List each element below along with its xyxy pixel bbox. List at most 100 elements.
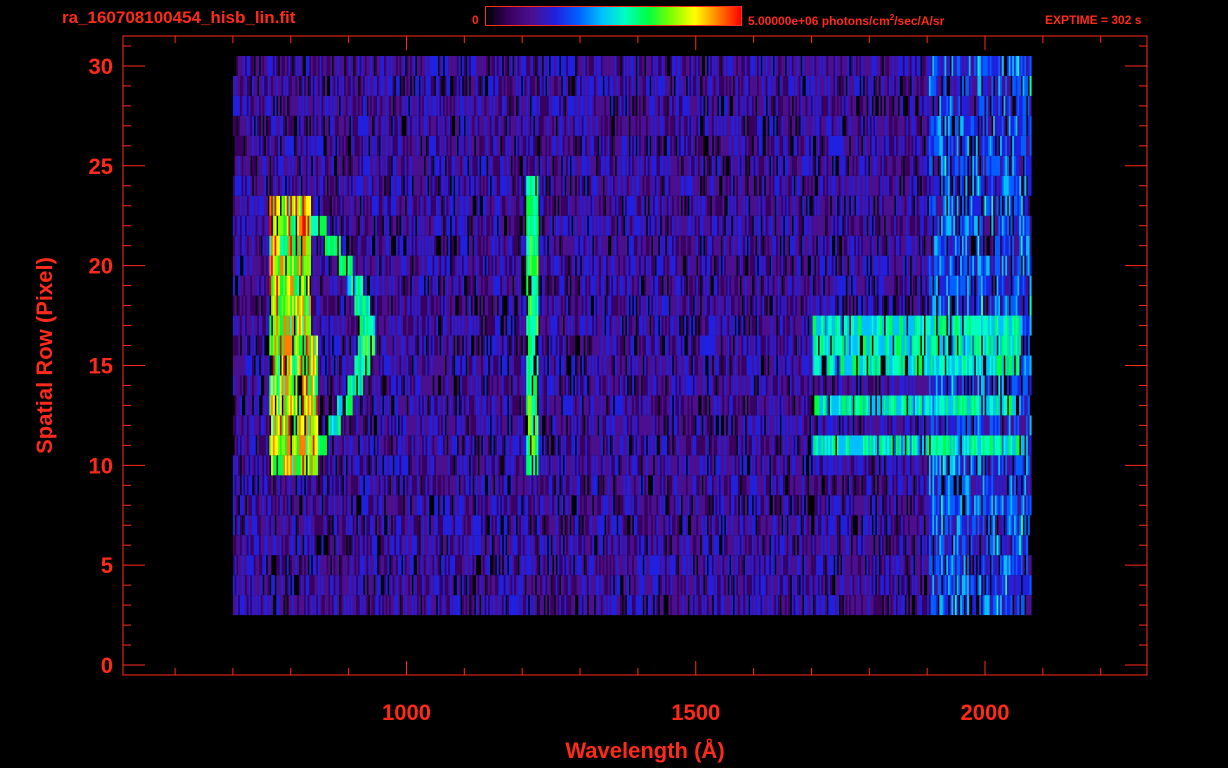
heatmap-cell [373,535,376,556]
heatmap-cell [255,515,258,536]
heatmap-cell [304,435,307,456]
heatmap-cell [904,575,907,596]
heatmap-cell [750,575,753,596]
heatmap-cell [803,455,806,476]
heatmap-cell [364,435,367,456]
heatmap-cell [281,435,284,456]
heatmap-cell [592,435,595,456]
heatmap-cell [475,475,478,496]
heatmap-cell [580,535,583,556]
heatmap-cell [567,495,570,516]
heatmap-cell [998,595,1001,616]
heatmap-cell [413,535,416,556]
heatmap-cell [479,415,482,436]
heatmap-cell [366,595,369,616]
heatmap-cell [996,435,999,456]
heatmap-cell [276,475,279,496]
heatmap-cell [243,555,246,576]
heatmap-cell [838,435,841,456]
heatmap-cell [899,515,902,536]
heatmap-cell [510,555,513,576]
heatmap-cell [477,495,480,516]
heatmap-cell [330,455,333,476]
heatmap-cell [271,435,274,456]
heatmap-cell [283,515,286,536]
heatmap-cell [972,595,975,616]
heatmap-cell [300,555,303,576]
heatmap-cell [736,475,739,496]
heatmap-cell [300,575,303,596]
heatmap-cell [533,555,536,576]
heatmap-cell [767,455,770,476]
heatmap-cell [701,455,704,476]
heatmap-cell [295,435,298,456]
heatmap-cell [593,435,596,456]
heatmap-cell [632,575,635,596]
heatmap-cell [521,535,524,556]
heatmap-cell [557,415,560,436]
heatmap-cell [619,535,622,556]
heatmap-cell [337,555,340,576]
heatmap-cell [522,375,525,396]
heatmap-cell [392,595,395,616]
heatmap-cell [253,515,256,536]
heatmap-cell [359,415,362,436]
heatmap-cell [868,375,871,396]
heatmap-cell [887,415,890,436]
heatmap-cell [743,575,746,596]
heatmap-cell [248,555,251,576]
heatmap-cell [434,455,437,476]
heatmap-cell [446,475,449,496]
heatmap-cell [656,395,659,416]
heatmap-cell [880,595,883,616]
heatmap-cell [993,575,996,596]
heatmap-cell [488,495,491,516]
heatmap-cell [722,475,725,496]
heatmap-cell [722,435,725,456]
heatmap-cell [488,575,491,596]
heatmap-cell [557,535,560,556]
heatmap-cell [640,415,643,436]
heatmap-cell [560,595,563,616]
heatmap-cell [670,455,673,476]
heatmap-cell [842,455,845,476]
heatmap-cell [678,595,682,616]
heatmap-cell [708,555,711,576]
heatmap-cell [699,475,702,496]
heatmap-cell [928,375,931,396]
heatmap-cell [762,455,765,476]
heatmap-cell [548,555,551,576]
heatmap-cell [437,415,440,436]
heatmap-cell [519,475,522,496]
heatmap-cell [595,395,598,416]
heatmap-cell [236,575,239,596]
heatmap-cell [906,475,909,496]
heatmap-cell [691,595,694,616]
heatmap-cell [705,535,708,556]
heatmap-cell [1010,415,1013,436]
heatmap-cell [965,535,968,556]
heatmap-cell [481,375,484,396]
heatmap-cell [689,555,692,576]
heatmap-cell [885,415,888,436]
heatmap-cell [349,475,352,496]
heatmap-cell [293,555,296,576]
heatmap-cell [755,535,758,556]
heatmap-cell [906,415,909,436]
heatmap-cell [590,495,593,516]
heatmap-cell [324,495,327,516]
heatmap-cell [795,475,798,496]
heatmap-cell [607,395,610,416]
heatmap-cell [722,375,725,396]
heatmap-cell [482,555,485,576]
heatmap-cell [758,395,761,416]
heatmap-cell [791,515,794,536]
heatmap-cell [517,415,520,436]
heatmap-cell [533,455,536,476]
heatmap-cell [908,415,911,436]
heatmap-cell [656,415,659,436]
heatmap-cell [840,595,843,616]
heatmap-cell [859,575,862,596]
heatmap-cell [569,475,572,496]
heatmap-cell [463,415,466,436]
